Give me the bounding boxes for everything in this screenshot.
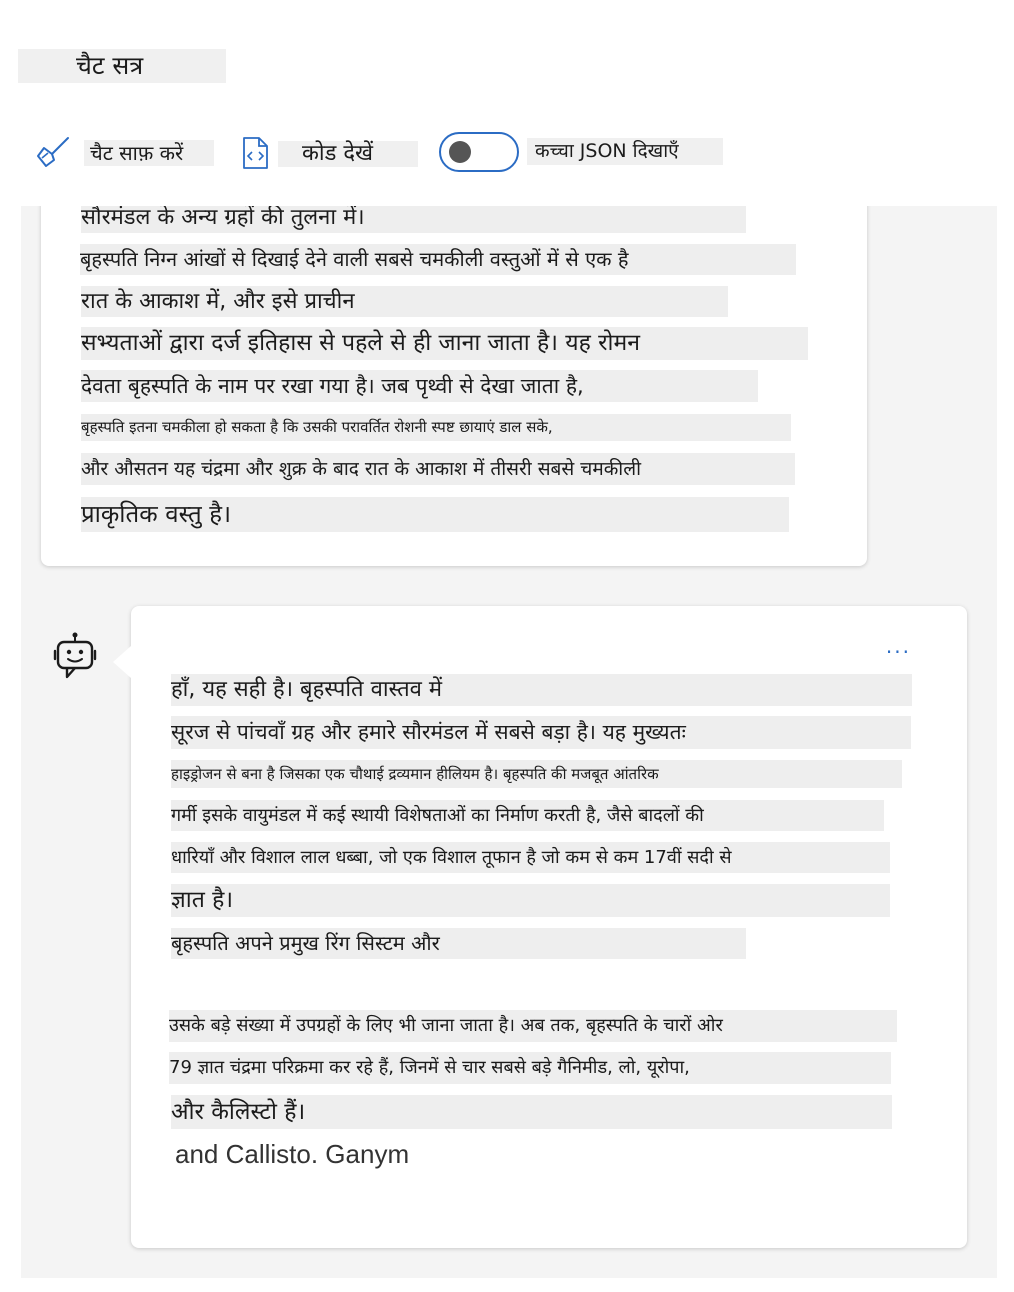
bot-message-card: ... हाँ, यह सही है। बृहस्पति वास्तव में … (113, 606, 967, 1248)
message-line: सूरज से पांचवाँ ग्रह और हमारे सौरमंडल मे… (171, 716, 911, 749)
trailing-text: and Callisto. Ganym (175, 1139, 410, 1169)
message-line: प्राकृतिक वस्तु है। (81, 497, 789, 532)
message-line: ज्ञात है। (171, 884, 890, 917)
raw-json-label: कच्चा JSON दिखाएँ (527, 138, 723, 165)
message-line: धारियाँ और विशाल लाल धब्बा, जो एक विशाल … (171, 842, 890, 873)
chat-toolbar: चैट साफ़ करें कोड देखें कच्चा JSON दिखाए… (0, 128, 1014, 178)
message-line: सौरमंडल के अन्य ग्रहों की तुलना में। (81, 206, 746, 233)
chat-message-list[interactable]: सौरमंडल के अन्य ग्रहों की तुलना में। बृह… (21, 206, 997, 1278)
message-line: हाँ, यह सही है। बृहस्पति वास्तव में (171, 674, 912, 706)
toggle-knob (449, 141, 471, 163)
clear-chat-button[interactable]: चैट साफ़ करें (84, 140, 214, 166)
user-message-card: सौरमंडल के अन्य ग्रहों की तुलना में। बृह… (41, 206, 867, 566)
more-options-button[interactable]: ... (886, 636, 911, 656)
message-line: बृहस्पति इतना चमकीला हो सकता है कि उसकी … (81, 414, 791, 441)
message-line: और कैलिस्टो हैं। (171, 1095, 892, 1129)
chat-session-title: चैट सत्र (18, 49, 226, 83)
message-line: हाइड्रोजन से बना है जिसका एक चौथाई द्रव्… (171, 760, 902, 788)
message-line: सभ्यताओं द्वारा दर्ज इतिहास से पहले से ह… (81, 327, 808, 360)
message-line: देवता बृहस्पति के नाम पर रखा गया है। जब … (81, 370, 758, 402)
message-line: और औसतन यह चंद्रमा और शुक्र के बाद रात क… (81, 453, 795, 485)
message-line: रात के आकाश में, और इसे प्राचीन (81, 286, 728, 317)
raw-json-toggle[interactable] (439, 132, 519, 172)
bot-icon (53, 632, 97, 679)
message-line: गर्मी इसके वायुमंडल में कई स्थायी विशेषत… (171, 800, 884, 831)
view-code-button[interactable]: कोड देखें (278, 141, 418, 167)
message-line: बृहस्पति अपने प्रमुख रिंग सिस्टम और (171, 928, 746, 959)
message-line: 79 ज्ञात चंद्रमा परिक्रमा कर रहे हैं, जि… (169, 1052, 891, 1084)
code-file-icon[interactable] (240, 136, 270, 170)
broom-icon[interactable] (36, 136, 70, 168)
message-line: बृहस्पति निग्न आंखों से दिखाई देने वाली … (80, 244, 796, 275)
message-line: उसके बड़े संख्या में उपग्रहों के लिए भी … (169, 1010, 897, 1042)
